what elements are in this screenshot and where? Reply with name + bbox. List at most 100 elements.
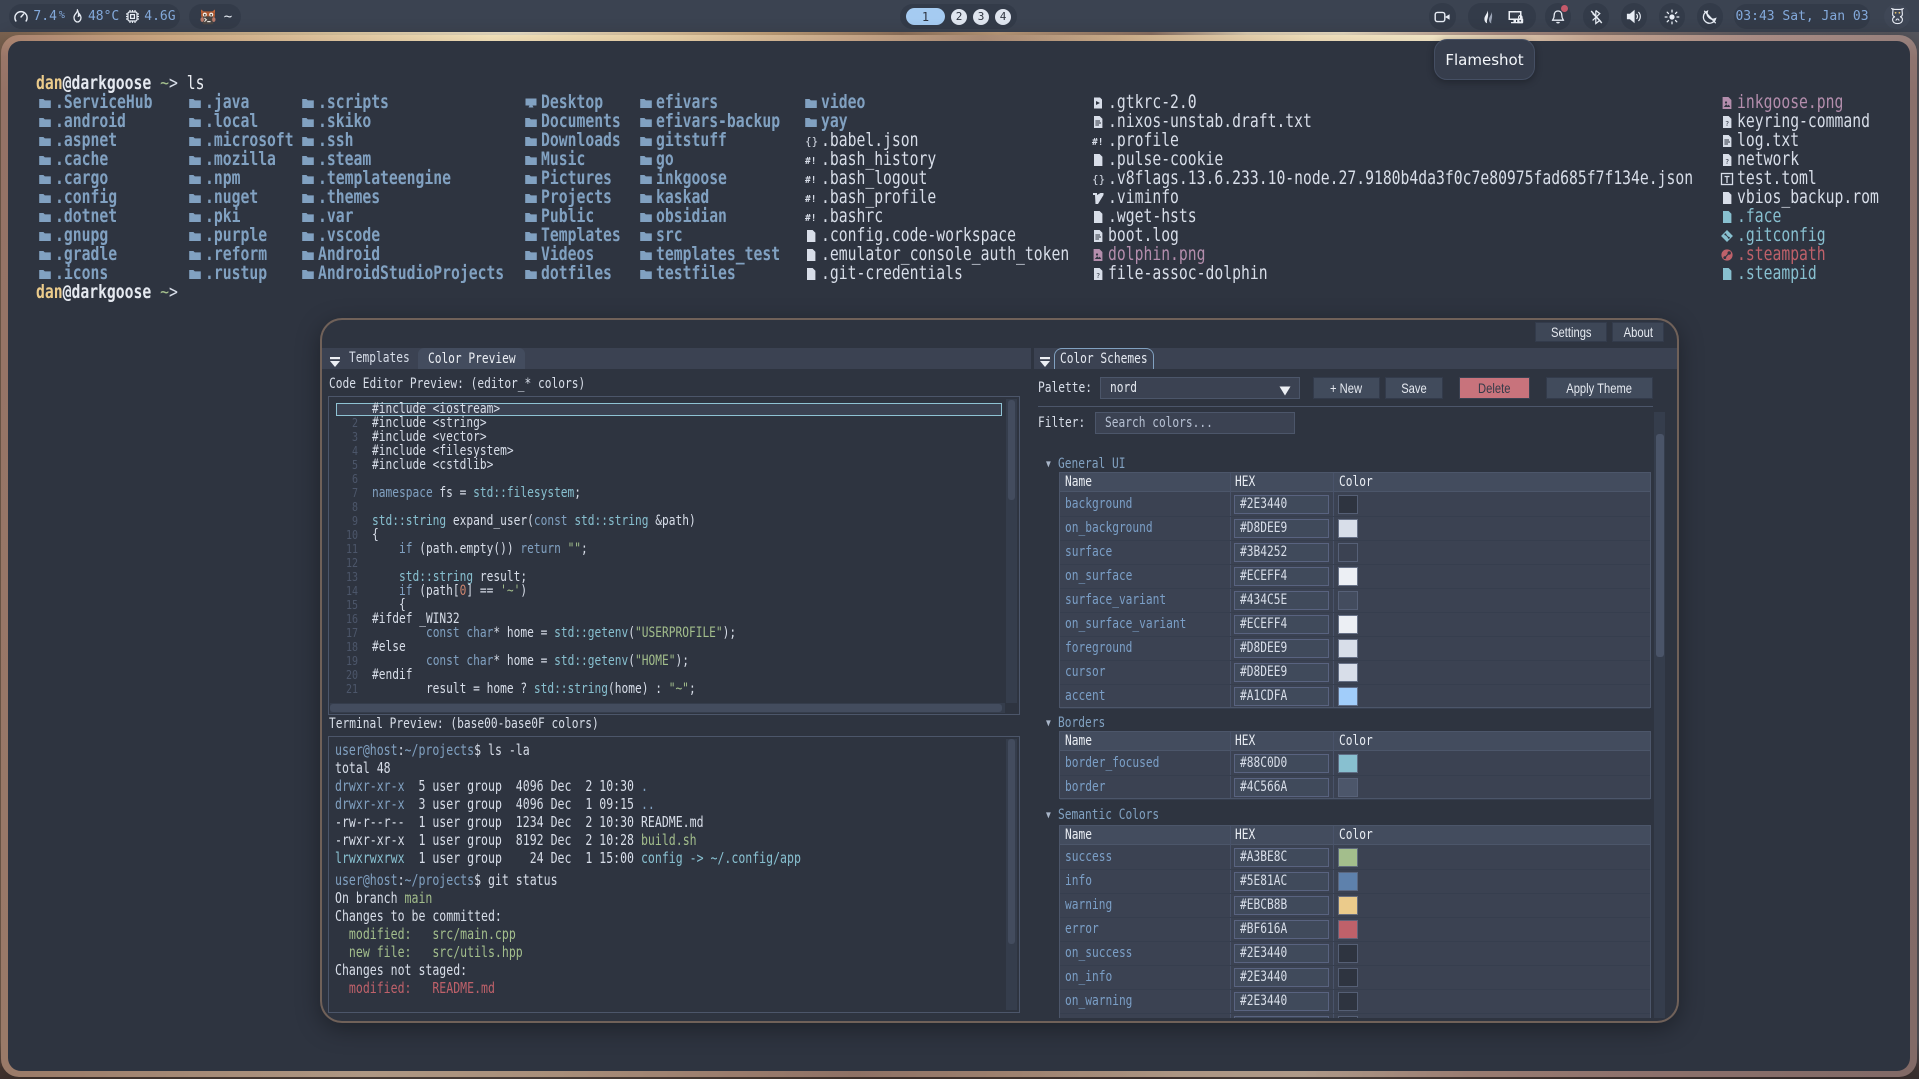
git-icon	[1719, 228, 1734, 243]
night-light-pill[interactable]	[1697, 3, 1723, 30]
hex-input[interactable]: #A3BE8C	[1234, 848, 1329, 867]
log-icon	[1090, 114, 1105, 129]
system-stats-pill[interactable]: 7.4% 48°C 4.6G	[9, 4, 180, 29]
shell-pill[interactable]: ~	[189, 4, 241, 29]
color-swatch[interactable]	[1338, 992, 1358, 1011]
hex-input[interactable]: #2E3440	[1234, 968, 1329, 987]
hex-input[interactable]: #D8DEE9	[1234, 519, 1329, 538]
collapse-arrow-icon[interactable]	[329, 353, 341, 364]
color-swatch[interactable]	[1338, 519, 1358, 538]
hex-input[interactable]: #4C566A	[1234, 778, 1329, 797]
ls-item: gitstuff	[638, 131, 748, 150]
color-swatch[interactable]	[1338, 543, 1358, 562]
hex-input[interactable]: #2E3440	[1234, 495, 1329, 514]
new-button[interactable]: + New	[1313, 377, 1380, 399]
editor-hscrollbar[interactable]	[330, 703, 1005, 713]
hex-input[interactable]: #88C0D0	[1234, 754, 1329, 773]
line-number: 16	[335, 612, 358, 626]
color-swatch[interactable]	[1338, 896, 1358, 915]
delete-button[interactable]: Delete	[1459, 377, 1530, 399]
hex-input[interactable]: #3B4252	[1234, 543, 1329, 562]
launcher-pill[interactable]	[1884, 4, 1910, 29]
hex-input[interactable]: #BF616A	[1234, 920, 1329, 939]
terminal-preview[interactable]: user@host:~/projects$ ls -latotal 48drwx…	[328, 736, 1020, 1013]
apply-theme-button[interactable]: Apply Theme	[1546, 377, 1653, 399]
hex-input[interactable]: #2E3440	[1234, 1016, 1329, 1018]
bluetooth-pill[interactable]	[1583, 3, 1609, 30]
workspace-3[interactable]: 3	[973, 9, 989, 25]
code-line: 20#endif	[329, 668, 1005, 682]
color-swatch[interactable]	[1338, 567, 1358, 586]
prompt-line-2: dan@darkgoose ~>	[36, 283, 178, 302]
color-swatch[interactable]	[1338, 778, 1358, 797]
screen-record-pill[interactable]	[1429, 3, 1456, 30]
color-swatch[interactable]	[1338, 1016, 1358, 1018]
folder-icon	[37, 247, 52, 262]
tab-color-preview[interactable]: Color Preview	[418, 348, 525, 369]
section-title[interactable]: ▼General UI	[1046, 457, 1125, 472]
col-header-hex: HEX	[1235, 732, 1255, 751]
color-swatch[interactable]	[1338, 944, 1358, 963]
section-title[interactable]: ▼Semantic Colors	[1046, 808, 1159, 823]
color-swatch[interactable]	[1338, 663, 1358, 682]
color-swatch[interactable]	[1338, 639, 1358, 658]
color-swatch[interactable]	[1338, 872, 1358, 891]
color-swatch[interactable]	[1338, 968, 1358, 987]
shebang-icon: #!	[803, 152, 818, 167]
save-button[interactable]: Save	[1385, 377, 1443, 399]
col-header-hex: HEX	[1235, 473, 1255, 492]
color-swatch[interactable]	[1338, 687, 1358, 706]
editor-vscrollbar[interactable]	[1006, 399, 1017, 703]
clock[interactable]: 03:43 Sat, Jan 03	[1734, 4, 1870, 29]
collapse-arrow-icon[interactable]	[1039, 353, 1051, 364]
color-table: NameHEXColorbackground#2E3440on_backgrou…	[1059, 472, 1651, 708]
palette-dropdown[interactable]: nord	[1100, 377, 1300, 399]
settings-button[interactable]: Settings	[1535, 322, 1607, 342]
color-swatch[interactable]	[1338, 754, 1358, 773]
notifications-pill[interactable]	[1545, 3, 1571, 30]
hex-input[interactable]: #A1CDFA	[1234, 687, 1329, 706]
hex-input[interactable]: #ECEFF4	[1234, 615, 1329, 634]
folder-icon	[187, 95, 202, 110]
about-button[interactable]: About	[1612, 322, 1664, 342]
tab-templates[interactable]: Templates	[349, 348, 410, 369]
hex-input[interactable]: #2E3440	[1234, 992, 1329, 1011]
hex-input[interactable]: #2E3440	[1234, 944, 1329, 963]
color-tables-scroll-area[interactable]: ▼General UINameHEXColorbackground#2E3440…	[1039, 440, 1651, 1018]
terminal-preview-line: modified: src/main.cpp	[335, 925, 516, 943]
hex-input[interactable]: #EBCB8B	[1234, 896, 1329, 915]
brightness-pill[interactable]	[1659, 3, 1685, 30]
workspace-4[interactable]: 4	[995, 9, 1011, 25]
color-swatch[interactable]	[1338, 615, 1358, 634]
right-pane-scrollbar[interactable]	[1654, 412, 1665, 1018]
code-editor-preview[interactable]: #include <iostream>2#include <string>3#i…	[328, 396, 1020, 715]
hex-input[interactable]: #D8DEE9	[1234, 663, 1329, 682]
color-swatch[interactable]	[1338, 848, 1358, 867]
volume-pill[interactable]	[1621, 3, 1647, 30]
ls-item: AndroidStudioProjects	[300, 264, 558, 283]
workspace-2[interactable]: 2	[951, 9, 967, 25]
terminal-preview-scrollbar[interactable]	[1006, 739, 1017, 1010]
color-swatch[interactable]	[1338, 591, 1358, 610]
prompt-command: ls	[187, 72, 205, 94]
svg-text:#!: #!	[805, 156, 816, 167]
palette-label: Palette:	[1038, 377, 1092, 399]
cpu-usage: 7.4	[33, 9, 56, 24]
owl-icon	[1891, 8, 1904, 25]
workspace-1-active[interactable]: 1	[906, 8, 945, 25]
color-swatch[interactable]	[1338, 495, 1358, 514]
hex-input[interactable]: #5E81AC	[1234, 872, 1329, 891]
line-number: 20	[335, 668, 358, 682]
color-swatch[interactable]	[1338, 920, 1358, 939]
tab-color-schemes[interactable]: Color Schemes	[1054, 348, 1154, 369]
code-line: 12	[329, 556, 1005, 570]
log-icon	[1719, 133, 1734, 148]
section-title[interactable]: ▼Borders	[1046, 716, 1105, 731]
filter-input[interactable]: Search colors...	[1095, 412, 1295, 434]
moon-off-icon	[1702, 9, 1718, 25]
line-number: 11	[335, 542, 358, 556]
hex-input[interactable]: #ECEFF4	[1234, 567, 1329, 586]
session-pill[interactable]	[1468, 3, 1536, 30]
hex-input[interactable]: #D8DEE9	[1234, 639, 1329, 658]
hex-input[interactable]: #434C5E	[1234, 591, 1329, 610]
